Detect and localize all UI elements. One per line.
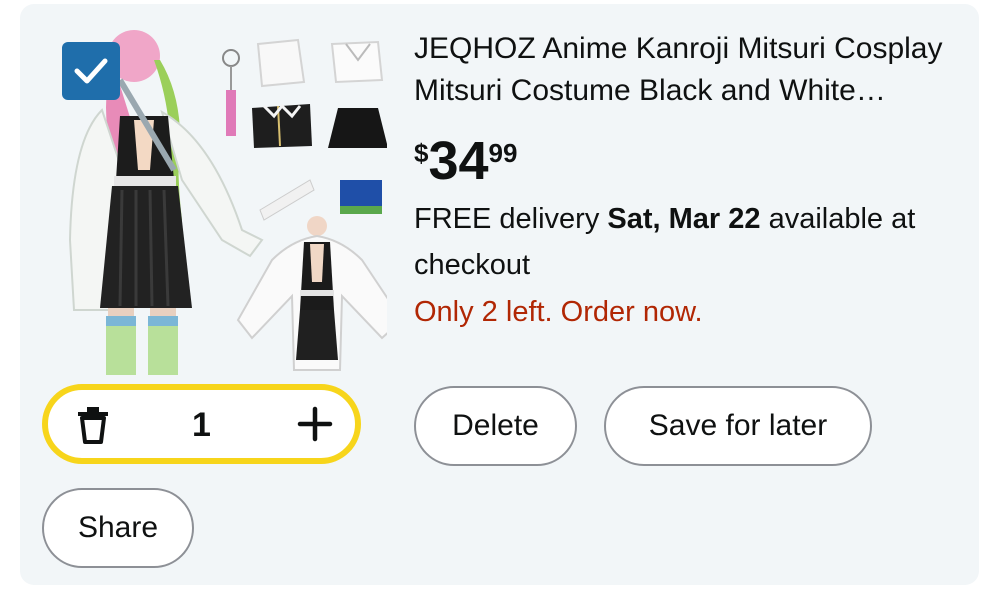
save-for-later-button[interactable]: Save for later: [604, 386, 872, 466]
checkmark-icon: [74, 58, 108, 84]
save-for-later-label: Save for later: [648, 409, 828, 442]
price-fraction: 99: [488, 138, 518, 168]
share-button-label: Share: [77, 511, 159, 544]
plus-icon[interactable]: [297, 406, 333, 442]
product-price: $ 34 99: [414, 132, 517, 190]
cart-item-card: JEQHOZ Anime Kanroji Mitsuri Cosplay Mit…: [20, 4, 979, 585]
price-symbol: $: [414, 138, 429, 168]
stock-warning: Only 2 left. Order now.: [414, 296, 703, 328]
delivery-date: Sat, Mar 22: [607, 203, 761, 235]
select-item-checkbox[interactable]: [62, 42, 120, 100]
delivery-prefix: FREE delivery: [414, 203, 608, 235]
quantity-stepper: 1: [42, 384, 361, 464]
delete-button[interactable]: Delete: [414, 386, 577, 466]
delivery-info: FREE delivery Sat, Mar 22 available at c…: [414, 196, 964, 288]
delete-button-label: Delete: [452, 409, 539, 442]
share-button[interactable]: Share: [42, 488, 194, 568]
product-title[interactable]: JEQHOZ Anime Kanroji Mitsuri Cosplay Mit…: [414, 28, 959, 112]
price-whole: 34: [428, 131, 489, 191]
